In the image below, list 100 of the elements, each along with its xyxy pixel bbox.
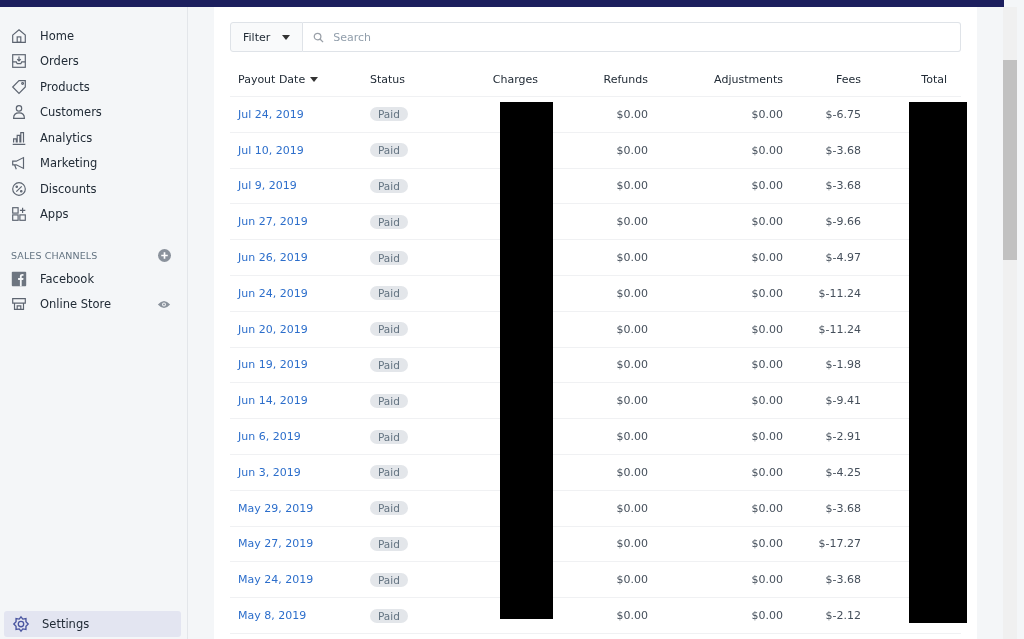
table-cell: $0.00	[751, 465, 783, 479]
settings-icon	[12, 615, 30, 633]
table-cell: $0.00	[616, 179, 648, 193]
status-badge: Paid	[370, 357, 408, 372]
nav-item[interactable]: Marketing	[0, 150, 187, 176]
status-badge: Paid	[370, 465, 408, 480]
table-cell: $0.00	[751, 573, 783, 587]
home-icon	[10, 26, 28, 45]
table-cell: $-4.25	[825, 465, 861, 479]
search-field[interactable]: Search	[303, 22, 961, 52]
table-cell: $0.00	[751, 286, 783, 300]
table-cell: $0.00	[751, 179, 783, 193]
table-cell: $0.00	[751, 430, 783, 444]
nav-item[interactable]: Customers	[0, 99, 187, 125]
status-badge: Paid	[370, 429, 408, 444]
table-cell: $-17.27	[818, 537, 861, 551]
status-badge: Paid	[370, 107, 408, 122]
table-cell: $0.00	[616, 537, 648, 551]
table-cell: $0.00	[751, 215, 783, 229]
payout-date-link[interactable]: Jul 10, 2019	[238, 143, 304, 157]
table-cell: $0.00	[616, 251, 648, 265]
column-header[interactable]: Payout Date	[230, 73, 359, 86]
scrollbar[interactable]	[1003, 7, 1017, 639]
search-icon	[313, 31, 325, 43]
add-icon[interactable]	[158, 249, 171, 262]
table-cell: $0.00	[616, 394, 648, 408]
table-cell: $0.00	[751, 358, 783, 372]
table-cell: $-9.66	[825, 215, 861, 229]
status-badge: Paid	[370, 501, 408, 516]
table-cell: $-1.98	[825, 358, 861, 372]
table-cell: $0.00	[751, 537, 783, 551]
table-cell: $0.00	[616, 107, 648, 121]
table-cell: $-11.24	[818, 286, 861, 300]
status-badge: Paid	[370, 179, 408, 193]
column-header: Refunds	[602, 73, 648, 86]
filter-button[interactable]: Filter	[230, 22, 304, 52]
payout-date-link[interactable]: Jun 20, 2019	[238, 322, 308, 336]
table-cell: $-4.97	[825, 251, 861, 265]
table-cell: $0.00	[616, 465, 648, 479]
status-badge: Paid	[370, 143, 408, 158]
payout-date-link[interactable]: Jun 27, 2019	[238, 215, 308, 229]
scrollbar-thumb[interactable]	[1003, 60, 1017, 260]
nav-item[interactable]: Discounts	[0, 176, 187, 202]
status-badge: Paid	[370, 322, 408, 337]
column-header: Fees	[835, 73, 861, 86]
payout-date-link[interactable]: Jun 14, 2019	[238, 394, 308, 408]
status-badge: Paid	[370, 286, 408, 301]
payout-date-link[interactable]: May 27, 2019	[238, 537, 314, 551]
status-badge: Paid	[370, 393, 408, 408]
payout-date-link[interactable]: Jun 19, 2019	[238, 358, 308, 372]
column-header: Total	[920, 73, 948, 86]
table-cell: $0.00	[751, 143, 783, 157]
table-cell: $-2.12	[825, 609, 861, 623]
channel-item[interactable]: Online Store	[0, 291, 187, 317]
facebook-icon	[10, 269, 28, 288]
eye-icon[interactable]	[157, 298, 171, 310]
table-cell: $0.00	[616, 215, 648, 229]
tag-icon	[10, 77, 28, 96]
payout-date-link[interactable]: Jun 26, 2019	[238, 251, 308, 265]
payout-date-link[interactable]: Jun 3, 2019	[238, 465, 301, 479]
table-cell: $0.00	[751, 251, 783, 265]
table-cell: $0.00	[616, 322, 648, 336]
table-cell: $0.00	[751, 501, 783, 515]
payout-date-link[interactable]: Jul 24, 2019	[238, 107, 304, 121]
table-cell: $0.00	[751, 107, 783, 121]
nav-item[interactable]: Products	[0, 74, 187, 100]
table-cell: $0.00	[751, 394, 783, 408]
table-cell: $0.00	[751, 609, 783, 623]
table-cell: $0.00	[616, 573, 648, 587]
table-cell: $-3.68	[825, 179, 861, 193]
payout-date-link[interactable]: Jun 6, 2019	[238, 430, 301, 444]
search-input[interactable]: Search	[331, 29, 960, 45]
payout-date-link[interactable]: May 8, 2019	[238, 609, 307, 623]
person-icon	[10, 103, 28, 122]
nav-item[interactable]: Apps	[0, 201, 187, 227]
section-title: SALES CHANNELS	[11, 250, 98, 261]
apps-icon	[10, 205, 28, 224]
table-cell: $0.00	[616, 501, 648, 515]
nav-item[interactable]: Home	[0, 23, 187, 49]
payout-date-link[interactable]: May 29, 2019	[238, 501, 314, 515]
payout-date-link[interactable]: Jul 9, 2019	[238, 179, 297, 193]
table-cell: $-9.41	[825, 394, 861, 408]
nav-item[interactable]: Orders	[0, 48, 187, 74]
column-header: Status	[369, 73, 407, 86]
channel-item[interactable]: Facebook	[0, 266, 187, 292]
table-cell: $-2.91	[825, 430, 861, 444]
status-badge: Paid	[370, 214, 408, 229]
table-cell: $0.00	[616, 286, 648, 300]
table-cell: $0.00	[616, 358, 648, 372]
status-badge: Paid	[370, 572, 408, 587]
table-cell: $-6.75	[825, 107, 861, 121]
table-cell: $-3.68	[825, 573, 861, 587]
payout-date-link[interactable]: Jun 24, 2019	[238, 286, 308, 300]
table-cell: $0.00	[616, 430, 648, 444]
status-badge: Paid	[370, 608, 408, 623]
settings-item[interactable]: Settings	[4, 611, 181, 637]
discount-icon	[10, 179, 28, 198]
table-cell: $-11.24	[818, 322, 861, 336]
nav-item[interactable]: Analytics	[0, 125, 187, 151]
payout-date-link[interactable]: May 24, 2019	[238, 573, 314, 587]
